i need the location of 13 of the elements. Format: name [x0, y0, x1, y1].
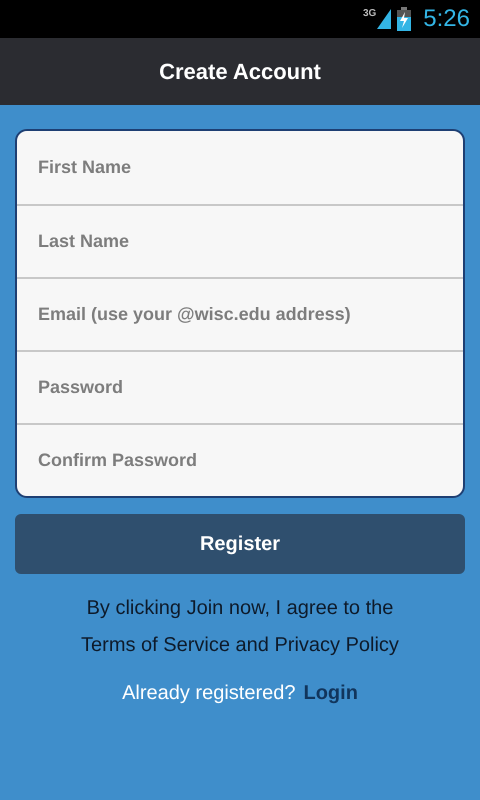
screen-title: Create Account [159, 58, 321, 86]
clock-time: 5:26 [423, 4, 470, 34]
input-field[interactable]: Password [17, 350, 463, 423]
input-field[interactable]: Email (use your @wisc.edu address) [17, 277, 463, 350]
register-button[interactable]: Register [15, 514, 465, 574]
terms-text: By clicking Join now, I agree to the Terms of Service and Privacy Policy [80, 596, 400, 658]
input-field[interactable]: Last Name [17, 204, 463, 277]
input-field[interactable]: Confirm Password [17, 423, 463, 496]
battery-icon [397, 7, 412, 31]
login-link[interactable]: Login [304, 678, 358, 708]
login-prompt: Already registered? [122, 681, 296, 706]
input-field[interactable]: First Name [17, 131, 463, 204]
network-label: 3G [362, 9, 376, 19]
